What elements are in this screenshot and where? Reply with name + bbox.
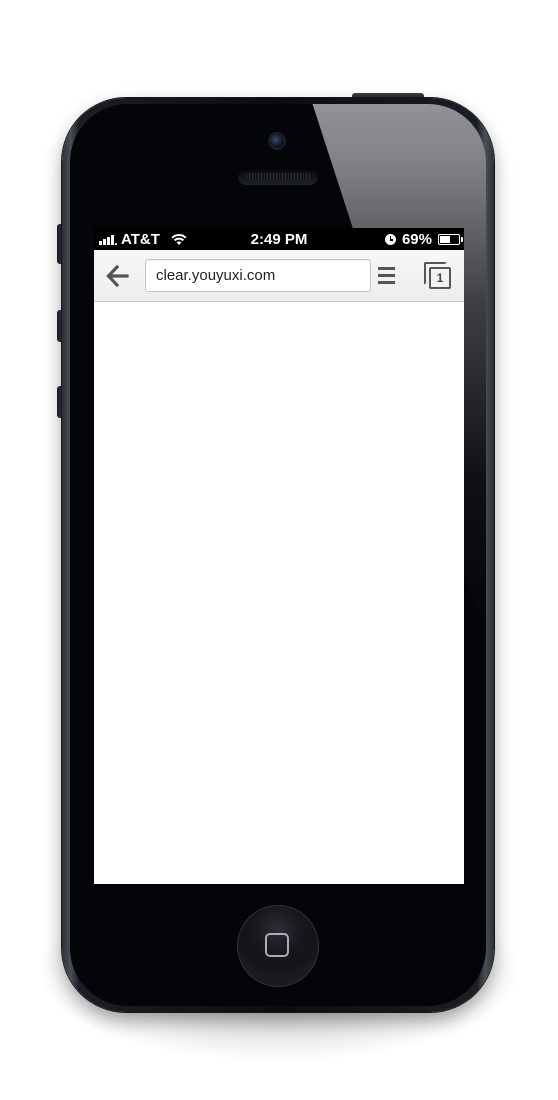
status-bar-right: 69% xyxy=(384,231,463,248)
clock-icon xyxy=(384,234,396,245)
hamburger-menu-icon-line-2 xyxy=(378,274,395,277)
hamburger-menu-icon-line-3 xyxy=(378,281,395,284)
battery-icon xyxy=(438,234,463,245)
status-bar: AT&T 2:49 PM 69% xyxy=(94,228,464,250)
battery-percent: 69% xyxy=(401,231,432,248)
tabs-button[interactable]: 1 xyxy=(424,262,452,290)
battery-fill xyxy=(440,236,451,243)
front-camera xyxy=(270,134,284,148)
arrow-left-icon xyxy=(106,264,129,288)
browser-toolbar: clear.youyuxi.com 1 xyxy=(94,250,464,302)
menu-button[interactable] xyxy=(376,264,398,288)
earpiece-speaker xyxy=(238,168,318,184)
back-button[interactable] xyxy=(104,262,132,290)
web-page-content[interactable] xyxy=(94,302,464,884)
hamburger-menu-icon-line-1 xyxy=(378,267,395,270)
phone-screen: AT&T 2:49 PM 69% clear.youyuxi.com 1 xyxy=(94,228,464,884)
home-square-icon xyxy=(265,933,289,957)
tab-count: 1 xyxy=(429,267,451,289)
url-field[interactable]: clear.youyuxi.com xyxy=(145,259,371,292)
home-button[interactable] xyxy=(237,905,319,987)
stage: AT&T 2:49 PM 69% clear.youyuxi.com 1 xyxy=(0,0,558,1100)
